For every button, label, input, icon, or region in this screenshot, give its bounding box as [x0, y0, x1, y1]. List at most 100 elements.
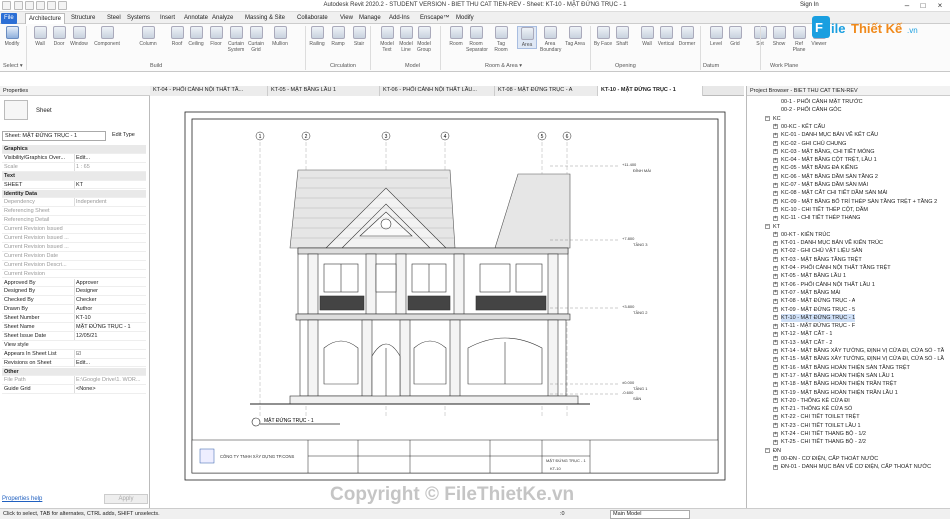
model-line-tool-button[interactable]: Model Line [396, 26, 416, 53]
dormer-tool-button[interactable]: Dormer [677, 26, 697, 47]
browser-item[interactable]: KC-07 - MẶT BẰNG DẦM SÀN MÁI [781, 181, 868, 189]
browser-item[interactable]: KT-16 - MẶT BẰNG HOÀN THIỆN SÀN TẦNG TRỆ… [781, 364, 910, 372]
stair-tool-button[interactable]: Stair [349, 26, 369, 47]
property-value[interactable]: 12/05/21 [74, 331, 144, 340]
browser-item[interactable]: KC-08 - MẶT CẮT CHI TIẾT DẦM SÀN MÁI [781, 189, 888, 197]
sign-in-link[interactable]: Sign In [800, 2, 819, 8]
browser-item[interactable]: KC-05 - MẶT BẰNG ĐÀ KIỀNG [781, 164, 858, 172]
browser-item[interactable]: KT-02 - GHI CHÚ VẬT LIỆU SÀN [781, 247, 863, 255]
ribbon-tab-architecture[interactable]: Architecture [25, 13, 66, 24]
panel-label[interactable]: Select ▾ [3, 63, 23, 69]
property-value[interactable]: MẶT ĐỨNG TRỤC - 1 [74, 323, 144, 331]
browser-item[interactable]: KT-01 - DANH MỤC BẢN VẼ KIẾN TRÚC [781, 239, 883, 247]
tree-expand-toggle[interactable]: + [773, 141, 778, 146]
tree-expand-toggle[interactable]: + [773, 398, 778, 404]
browser-item[interactable]: KT-05 - MẶT BẰNG LẦU 1 [781, 272, 846, 280]
browser-item[interactable]: KT-19 - MẶT BẰNG HOÀN THIỆN TRẦN LẦU 1 [781, 389, 898, 397]
show-tool-button[interactable]: Show [769, 26, 789, 47]
browser-item[interactable]: 00-KT - KIẾN TRÚC [781, 231, 830, 239]
tree-expand-toggle[interactable]: + [773, 199, 778, 205]
minimize-button[interactable]: – [900, 1, 914, 11]
browser-item[interactable]: 00-KC - KẾT CẤU [781, 123, 825, 131]
tree-expand-toggle[interactable]: + [773, 406, 778, 412]
browser-item[interactable]: KT-20 - THỐNG KÊ CỬA ĐI [781, 397, 850, 405]
ribbon-tab-analyze[interactable]: Analyze [209, 13, 236, 24]
area-tool-button[interactable]: Area [517, 26, 537, 49]
grid-tool-button[interactable]: Grid [725, 26, 745, 47]
property-value[interactable]: KT-10 [74, 314, 144, 323]
level-tool-button[interactable]: Level [706, 26, 726, 47]
property-group-header[interactable]: Identity Data [2, 189, 146, 199]
browser-item[interactable]: KC-03 - MẶT BẰNG, CHI TIẾT MÓNG [781, 148, 875, 156]
tag-area-tool-button[interactable]: Tag Area [565, 26, 585, 47]
property-value[interactable]: Author [74, 305, 144, 314]
view-tab[interactable]: KT-05 - MẶT BẰNG LẦU 1 [268, 86, 380, 96]
browser-item[interactable]: 00-1 - PHỐI CẢNH MẶT TRƯỚC [781, 98, 863, 106]
tree-expand-toggle[interactable]: + [773, 265, 778, 271]
floor-tool-button[interactable]: Floor [206, 26, 226, 47]
properties-help-link[interactable]: Properties help [2, 496, 42, 502]
property-value[interactable]: KT [74, 180, 144, 189]
ribbon-tab-add-ins[interactable]: Add-Ins [386, 13, 413, 24]
ref-plane-tool-button[interactable]: Ref Plane [789, 26, 809, 53]
view-tab[interactable]: KT-06 - PHỐI CẢNH NỘI THẤT LẦU... [380, 86, 495, 96]
browser-item[interactable]: KT [773, 223, 780, 231]
room-separator-tool-button[interactable]: Room Separator [466, 26, 488, 53]
property-group-header[interactable]: Text [2, 171, 146, 181]
tree-expand-toggle[interactable]: + [773, 207, 778, 213]
tree-expand-toggle[interactable]: + [773, 464, 778, 470]
tree-expand-toggle[interactable]: + [773, 456, 778, 462]
instance-selector[interactable]: Sheet: MẶT ĐỨNG TRỤC - 1 [2, 131, 106, 141]
area-boundary-tool-button[interactable]: Area Boundary [540, 26, 561, 53]
tree-expand-toggle[interactable]: + [773, 132, 778, 138]
tree-expand-toggle[interactable]: + [773, 365, 778, 371]
tree-expand-toggle[interactable]: − [765, 448, 770, 454]
panel-label[interactable]: Room & Area ▾ [485, 63, 522, 69]
browser-item[interactable]: KT-06 - PHỐI CẢNH NỘI THẤT LẦU 1 [781, 281, 875, 289]
ribbon-tab-collaborate[interactable]: Collaborate [294, 13, 331, 24]
browser-item[interactable]: KT-07 - MẶT BẰNG MÁI [781, 289, 841, 297]
tree-expand-toggle[interactable]: + [773, 149, 778, 155]
by-face-tool-button[interactable]: By Face [593, 26, 613, 47]
tree-expand-toggle[interactable]: + [773, 439, 778, 445]
browser-item[interactable]: 00-2 - PHỐI CẢNH GÓC [781, 106, 842, 114]
view-tab[interactable]: KT-08 - MẶT ĐỨNG TRỤC - A [495, 86, 598, 96]
view-tab[interactable]: KT-10 - MẶT ĐỨNG TRỤC - 1 [598, 86, 703, 96]
browser-item[interactable]: KC-01 - DANH MỤC BẢN VẼ KẾT CẤU [781, 131, 878, 139]
tree-expand-toggle[interactable]: + [773, 190, 778, 196]
browser-item[interactable]: KT-18 - MẶT BẰNG HOÀN THIỆN TRẦN TRỆT [781, 380, 897, 388]
property-value[interactable]: ☑ [74, 349, 144, 358]
ribbon-tab-systems[interactable]: Systems [124, 13, 153, 24]
tree-expand-toggle[interactable]: + [773, 356, 778, 362]
browser-item[interactable]: KC-09 - MẶT BẰNG BỐ TRÍ THÉP SÀN TẦNG TR… [781, 198, 937, 206]
property-group-header[interactable]: Graphics [2, 145, 146, 154]
browser-item[interactable]: KC [773, 115, 781, 123]
ribbon-tab-insert[interactable]: Insert [157, 13, 178, 24]
tree-expand-toggle[interactable]: + [773, 240, 778, 246]
browser-item[interactable]: ĐN-01 - DANH MỤC BẢN VẼ CƠ ĐIỆN, CẤP THO… [781, 463, 931, 471]
tree-expand-toggle[interactable]: + [773, 373, 778, 379]
tree-expand-toggle[interactable]: + [773, 157, 778, 163]
ribbon-tab-view[interactable]: View [337, 13, 356, 24]
browser-item[interactable]: KT-25 - CHI TIẾT THANG BỘ - 2/2 [781, 438, 866, 446]
browser-item[interactable]: KC-11 - CHI TIẾT THÉP THANG [781, 214, 860, 222]
tree-expand-toggle[interactable]: − [765, 224, 770, 229]
tree-expand-toggle[interactable]: + [773, 282, 778, 288]
door-tool-button[interactable]: Door [49, 26, 69, 47]
browser-item[interactable]: KC-02 - GHI CHÚ CHUNG [781, 140, 846, 148]
roof-tool-button[interactable]: Roof [167, 26, 187, 47]
close-button[interactable]: × [933, 1, 947, 11]
maximize-button[interactable]: □ [916, 1, 930, 11]
browser-item[interactable]: KT-15 - MẶT BẰNG XÂY TƯỜNG, ĐỊNH VỊ CỬA … [781, 355, 944, 363]
view-tab[interactable]: KT-04 - PHỐI CẢNH NỘI THẤT TẦ... [150, 86, 268, 96]
tree-expand-toggle[interactable]: + [773, 348, 778, 354]
browser-item[interactable]: KT-09 - MẶT ĐỨNG TRỤC - 5 [781, 306, 855, 314]
tree-expand-toggle[interactable]: + [773, 340, 778, 346]
ceiling-tool-button[interactable]: Ceiling [186, 26, 206, 47]
browser-item[interactable]: KT-10 - MẶT ĐỨNG TRỤC - 1 [781, 313, 856, 322]
tree-expand-toggle[interactable]: + [773, 307, 778, 312]
browser-item[interactable]: KT-22 - CHI TIẾT TOILET TRỆT [781, 413, 860, 421]
tree-expand-toggle[interactable]: + [773, 381, 778, 387]
apply-button[interactable]: Apply [104, 494, 148, 504]
tree-expand-toggle[interactable]: + [773, 232, 778, 238]
